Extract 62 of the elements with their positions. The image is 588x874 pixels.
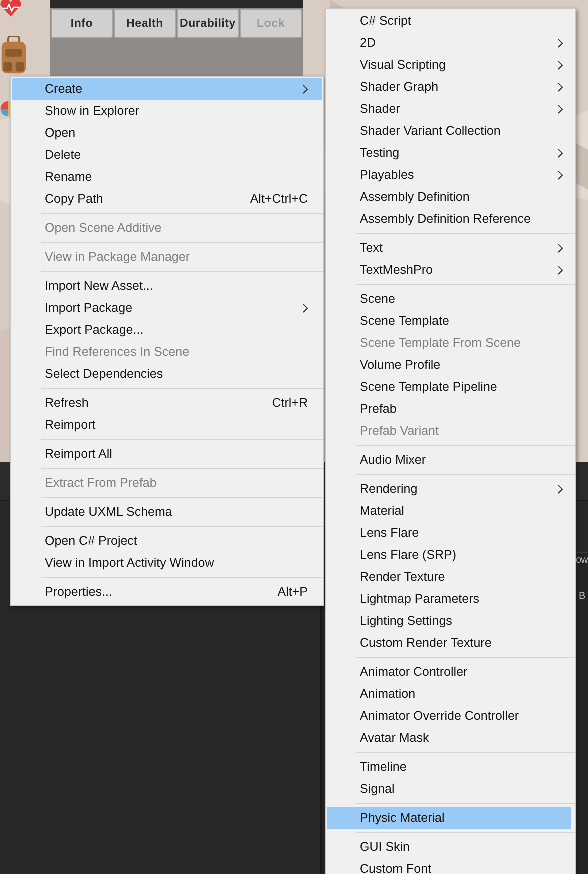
menu-item[interactable]: Import Package xyxy=(12,297,322,319)
menu-item[interactable]: Delete xyxy=(12,144,322,166)
menu-item[interactable]: Show in Explorer xyxy=(12,100,322,122)
menu-item[interactable]: Scene xyxy=(327,288,571,310)
shortcut-label: Alt+P xyxy=(278,585,308,599)
menu-item[interactable]: Update UXML Schema xyxy=(12,501,322,523)
menu-item[interactable]: Text xyxy=(327,237,571,259)
menu-item[interactable]: Export Package... xyxy=(12,319,322,341)
menu-item[interactable]: Playables xyxy=(327,164,571,186)
tab[interactable]: Health xyxy=(114,9,176,38)
menu-item[interactable]: Shader Graph xyxy=(327,76,571,98)
menu-item[interactable]: Testing xyxy=(327,142,571,164)
menu-item[interactable]: GUI Skin xyxy=(327,836,571,858)
menu-item[interactable]: Import New Asset... xyxy=(12,275,322,297)
menu-item[interactable]: Shader xyxy=(327,98,571,120)
tab[interactable]: Durability xyxy=(177,9,239,38)
menu-item[interactable]: Custom Font xyxy=(327,858,571,874)
menu-item[interactable]: Custom Render Texture xyxy=(327,632,571,654)
menu-item[interactable]: Select Dependencies xyxy=(12,363,322,385)
menu-item[interactable]: Animator Override Controller xyxy=(327,705,571,727)
menu-item[interactable]: Animation xyxy=(327,683,571,705)
heart-icon xyxy=(0,0,22,17)
menu-item[interactable]: Lighting Settings xyxy=(327,610,571,632)
menu-item[interactable]: Scene Template xyxy=(327,310,571,332)
menu-item[interactable]: Reimport All xyxy=(12,443,322,465)
menu-item[interactable]: Open C# Project xyxy=(12,530,322,552)
tab[interactable]: Info xyxy=(51,9,113,38)
menu-item[interactable]: 2D xyxy=(327,32,571,54)
menu-item[interactable]: Refresh Ctrl+R xyxy=(12,392,322,414)
panel-label: ow xyxy=(576,555,588,566)
shortcut-label: Ctrl+R xyxy=(272,396,308,410)
menu-item[interactable]: Timeline xyxy=(327,756,571,778)
menu-item[interactable]: Rendering xyxy=(327,478,571,500)
menu-item[interactable]: TextMeshPro xyxy=(327,259,571,281)
menu-item[interactable]: Material xyxy=(327,500,571,522)
menu-item[interactable]: Assembly Definition xyxy=(327,186,571,208)
menu-item[interactable]: Lightmap Parameters xyxy=(327,588,571,610)
panel-label: B xyxy=(579,591,586,602)
menu-item[interactable]: Properties... Alt+P xyxy=(12,581,322,603)
menu-item[interactable]: Render Texture xyxy=(327,566,571,588)
menu-item[interactable]: Create xyxy=(12,78,322,100)
menu-item[interactable]: Lens Flare xyxy=(327,522,571,544)
menu-item[interactable]: Rename xyxy=(12,166,322,188)
menu-item[interactable]: Visual Scripting xyxy=(327,54,571,76)
menu-item[interactable]: Shader Variant Collection xyxy=(327,120,571,142)
menu-item[interactable]: Animator Controller xyxy=(327,661,571,683)
menu-item[interactable]: Assembly Definition Reference xyxy=(327,208,571,230)
shortcut-label: Alt+Ctrl+C xyxy=(250,192,308,206)
menu-item[interactable]: C# Script xyxy=(327,10,571,32)
menu-item[interactable]: Lens Flare (SRP) xyxy=(327,544,571,566)
backpack-icon xyxy=(0,36,28,74)
menu-item[interactable]: View in Import Activity Window xyxy=(12,552,322,574)
menu-item[interactable]: Open xyxy=(12,122,322,144)
menu-item[interactable]: Copy Path Alt+Ctrl+C xyxy=(12,188,322,210)
menu-item[interactable]: Audio Mixer xyxy=(327,449,571,471)
menu-item[interactable]: Volume Profile xyxy=(327,354,571,376)
menu-item[interactable]: Signal xyxy=(327,778,571,800)
menu-item[interactable]: Prefab xyxy=(327,398,571,420)
menu-item[interactable]: Reimport xyxy=(12,414,322,436)
menu-item[interactable]: Physic Material xyxy=(327,807,571,829)
menu-item[interactable]: Avatar Mask xyxy=(327,727,571,749)
menu-item[interactable]: Scene Template Pipeline xyxy=(327,376,571,398)
